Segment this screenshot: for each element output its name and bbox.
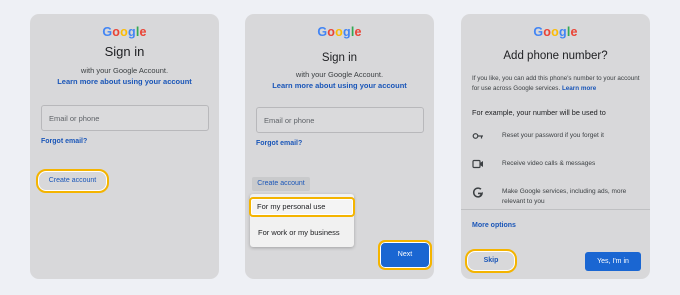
skip-button[interactable]: Skip xyxy=(465,249,517,273)
create-account-button[interactable]: Create account xyxy=(36,169,109,193)
learn-more-link[interactable]: Learn more about using your account xyxy=(245,81,434,90)
logo-letter: o xyxy=(120,25,128,39)
create-account-button[interactable]: Create account xyxy=(252,177,310,191)
logo-letter: o xyxy=(112,25,121,39)
sign-in-screen-menu: Google Sign in with your Google Account.… xyxy=(245,14,434,279)
email-field[interactable]: Email or phone xyxy=(256,107,424,133)
key-icon xyxy=(472,133,483,139)
item-text: Receive video calls & messages xyxy=(502,160,596,167)
page-title: Sign in xyxy=(104,44,145,59)
divider xyxy=(461,209,650,210)
learn-more-link[interactable]: Learn more about using your account xyxy=(30,77,219,86)
logo-letter: o xyxy=(327,25,336,39)
add-phone-screen: Google Add phone number? If you like, yo… xyxy=(461,14,650,279)
logo-letter: g xyxy=(342,25,351,39)
more-options-link[interactable]: More options xyxy=(472,222,516,229)
next-button[interactable]: Next xyxy=(378,240,432,270)
menu-item-personal[interactable]: For my personal use xyxy=(249,197,355,217)
list-item: Receive video calls & messages xyxy=(472,159,640,169)
intro-text: If you like, you can add this phone's nu… xyxy=(472,74,642,94)
intro-body: If you like, you can add this phone's nu… xyxy=(472,75,640,92)
google-logo: Google xyxy=(461,25,650,39)
google-g-icon xyxy=(472,187,483,198)
example-heading: For example, your number will be used to xyxy=(472,108,606,117)
sign-in-screen: Google Sign in with your Google Account.… xyxy=(30,14,219,279)
page-title: Sign in xyxy=(321,52,358,64)
email-field[interactable]: Email or phone xyxy=(41,105,209,131)
logo-letter: e xyxy=(354,25,362,39)
video-icon xyxy=(472,159,483,169)
item-text: Reset your password if you forget it xyxy=(502,132,604,139)
logo-letter: G xyxy=(102,25,113,39)
logo-letter: G xyxy=(533,25,544,39)
logo-letter: e xyxy=(570,25,578,39)
logo-letter: G xyxy=(317,25,328,39)
menu-item-business[interactable]: For work or my business xyxy=(258,228,340,237)
logo-letter: o xyxy=(335,25,343,39)
list-item: Make Google services, including ads, mor… xyxy=(472,187,640,207)
logo-letter: g xyxy=(127,25,136,39)
next-button-label: Next xyxy=(384,246,426,264)
logo-letter: o xyxy=(551,25,559,39)
page-subtitle: with your Google Account. xyxy=(80,66,169,75)
learn-more-link[interactable]: Learn more xyxy=(562,85,596,92)
page-subtitle: with your Google Account. xyxy=(295,70,384,79)
google-logo: Google xyxy=(245,25,434,39)
logo-letter: g xyxy=(558,25,567,39)
confirm-button[interactable]: Yes, I'm in xyxy=(585,252,641,271)
logo-letter: e xyxy=(139,25,147,39)
forgot-email-link[interactable]: Forgot email? xyxy=(41,138,87,145)
google-logo: Google xyxy=(30,25,219,39)
account-type-menu: For my personal use For work or my busin… xyxy=(249,194,355,247)
page-title: Add phone number? xyxy=(503,50,608,62)
logo-letter: o xyxy=(543,25,552,39)
forgot-email-link[interactable]: Forgot email? xyxy=(256,140,302,147)
list-item: Reset your password if you forget it xyxy=(472,131,640,141)
item-text: Make Google services, including ads, mor… xyxy=(502,188,627,205)
